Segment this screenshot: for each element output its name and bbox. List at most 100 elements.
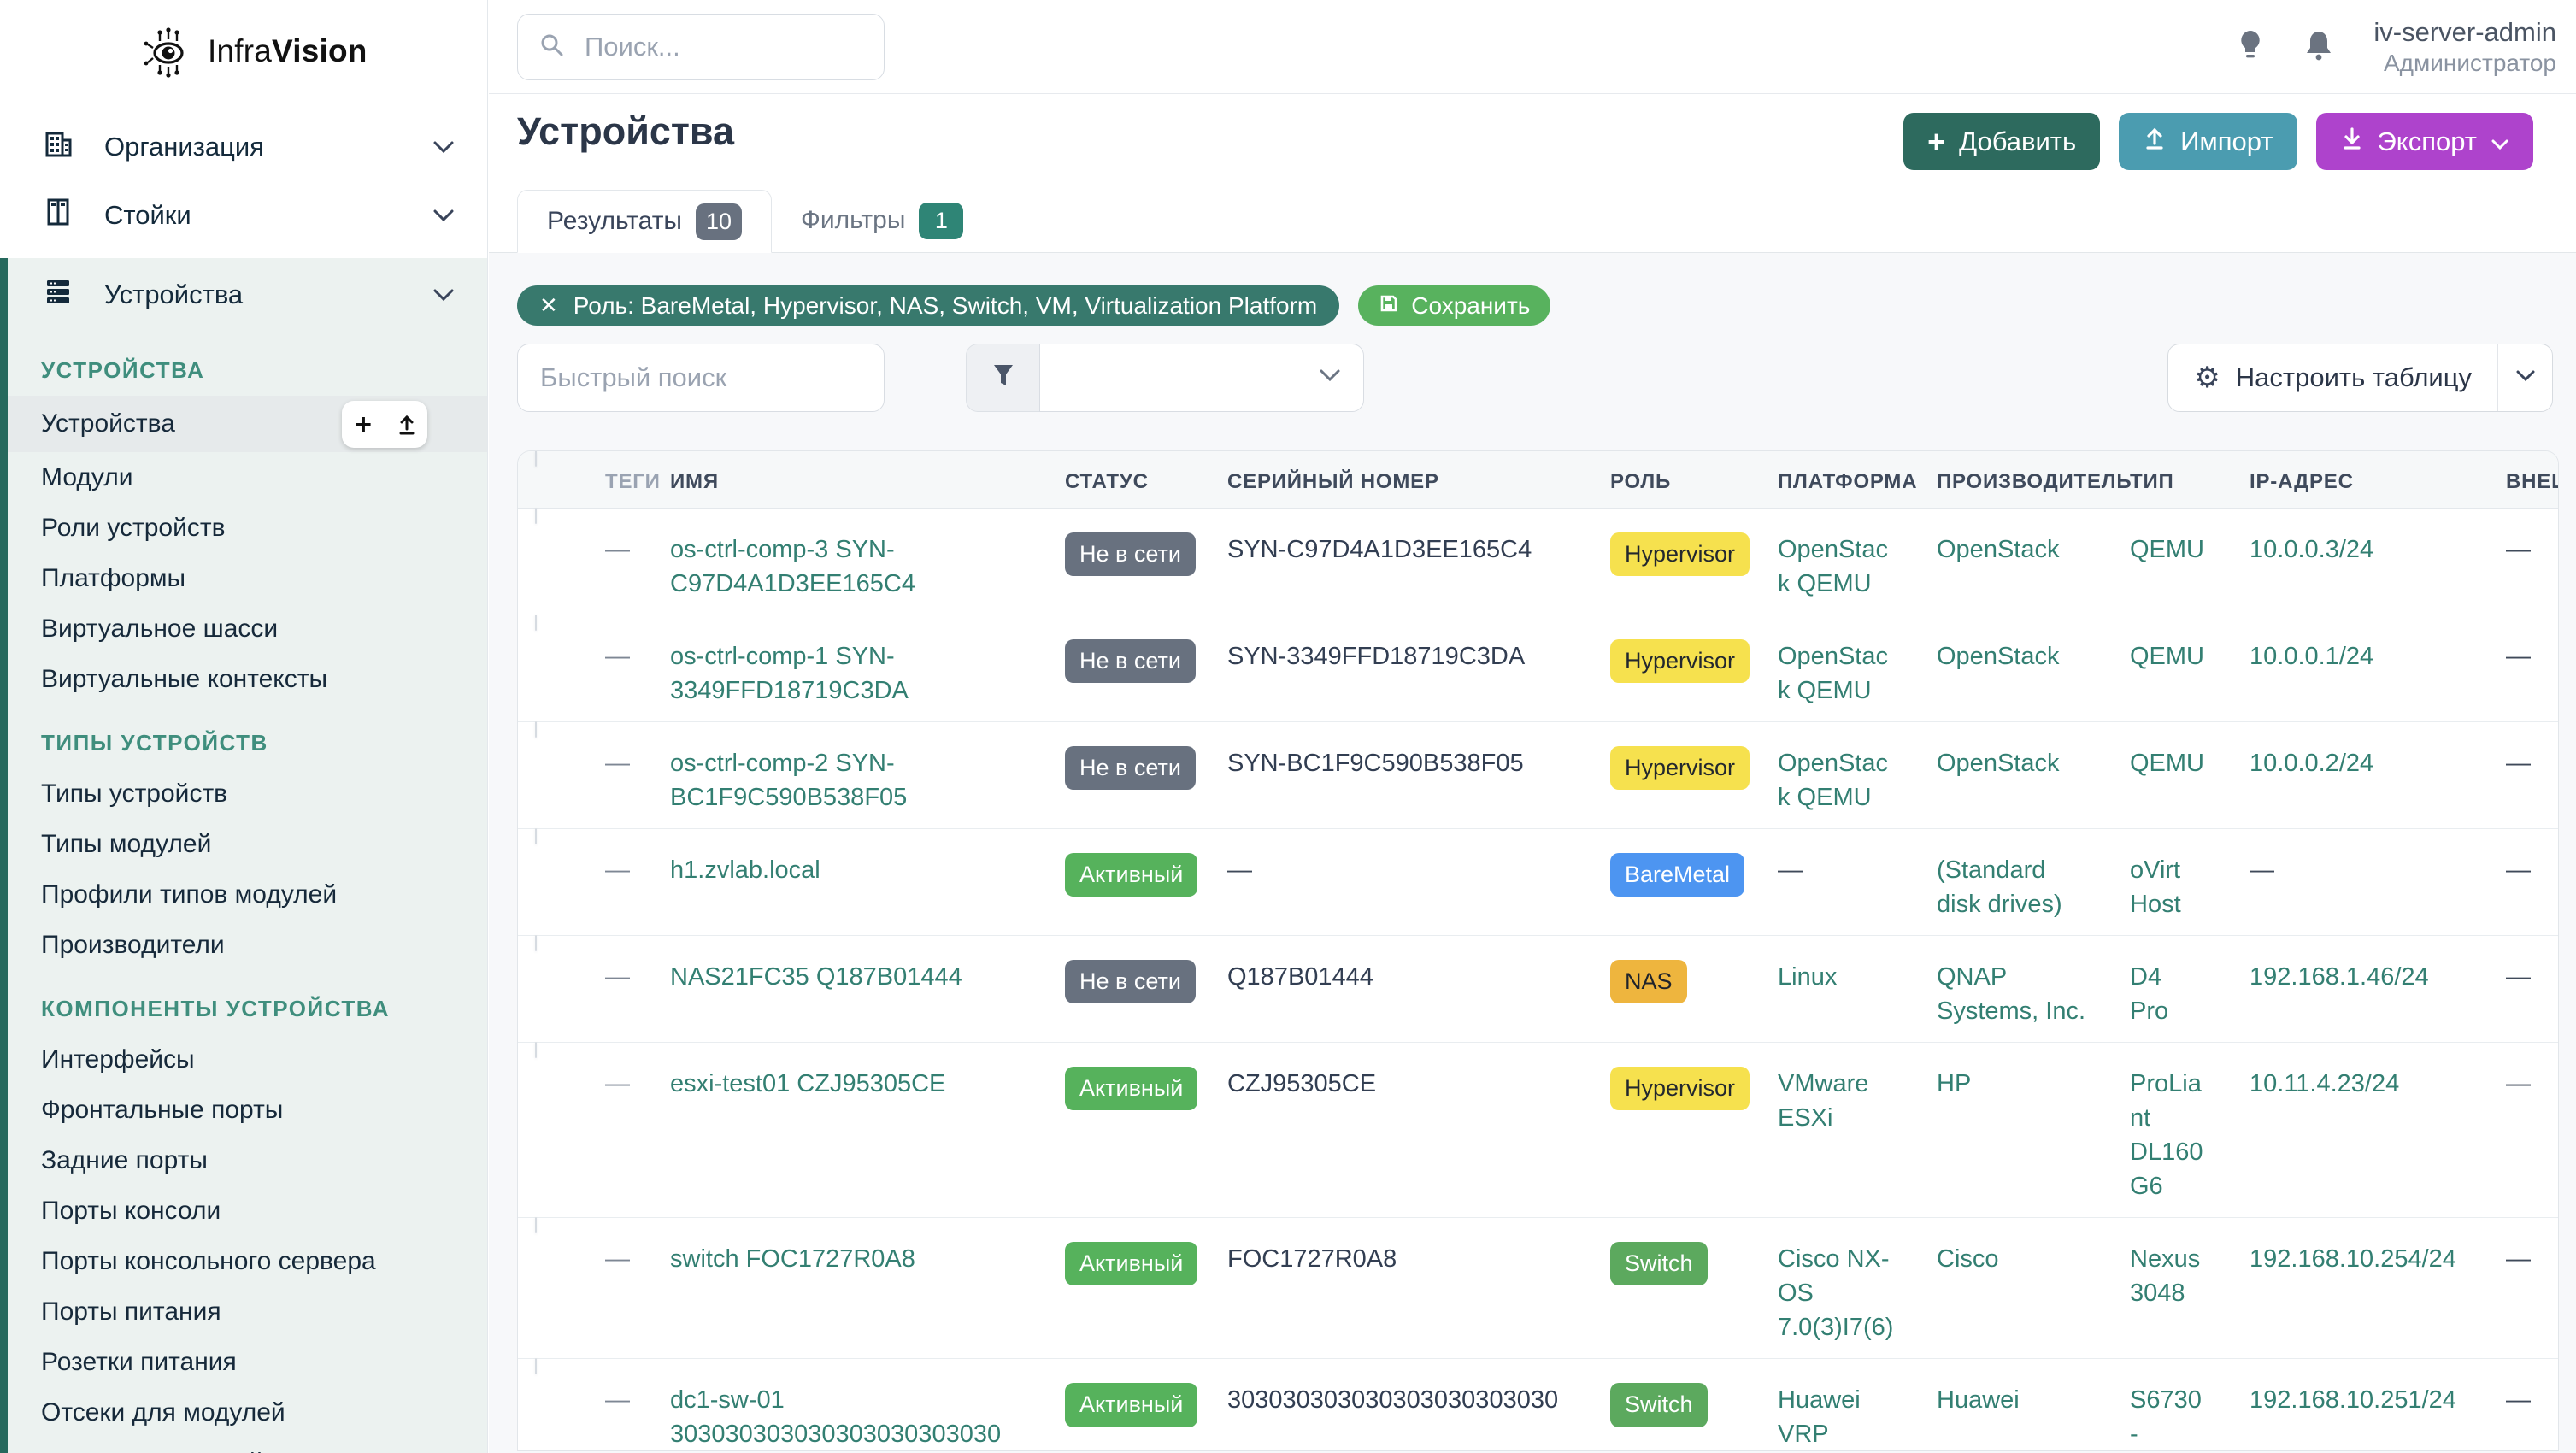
row-checkbox[interactable] bbox=[535, 1217, 537, 1233]
platform-link[interactable]: Cisco NX-OS 7.0(3)I7(6) bbox=[1778, 1245, 1893, 1341]
brand-logo[interactable]: InfraVision bbox=[0, 0, 487, 79]
select-all-checkbox[interactable] bbox=[535, 450, 537, 467]
row-checkbox[interactable] bbox=[535, 508, 537, 524]
row-checkbox[interactable] bbox=[535, 828, 537, 844]
quick-search-box[interactable] bbox=[517, 344, 885, 412]
device-link[interactable]: esxi-test01 CZJ95305CE bbox=[670, 1070, 945, 1097]
col-name[interactable]: ИМЯ bbox=[648, 451, 1043, 494]
ip-link[interactable]: 10.0.0.1/24 bbox=[2250, 643, 2373, 670]
device-link[interactable]: NAS21FC35 Q187B01444 bbox=[670, 963, 962, 991]
sidebar-item-power-outlets[interactable]: Розетки питания bbox=[8, 1337, 487, 1387]
bell-icon[interactable] bbox=[2303, 28, 2334, 67]
manufacturer-link[interactable]: (Standard disk drives) bbox=[1937, 856, 2062, 918]
type-link[interactable]: QEMU bbox=[2130, 750, 2204, 777]
row-checkbox[interactable] bbox=[535, 935, 537, 951]
ip-link[interactable]: 10.0.0.2/24 bbox=[2250, 750, 2373, 777]
sidebar-item-modules[interactable]: Модули bbox=[8, 452, 487, 503]
role-badge[interactable]: Hypervisor bbox=[1610, 1067, 1750, 1110]
col-external-ip[interactable]: ВНЕШНИЙ IP bbox=[2484, 451, 2559, 494]
sidebar-item-module-bays[interactable]: Отсеки для модулей bbox=[8, 1387, 487, 1438]
sidebar-item-virtual-contexts[interactable]: Виртуальные контексты bbox=[8, 654, 487, 704]
col-type[interactable]: ТИП bbox=[2108, 451, 2227, 494]
device-link[interactable]: h1.zvlab.local bbox=[670, 856, 820, 884]
sidebar-item-rear-ports[interactable]: Задние порты bbox=[8, 1135, 487, 1185]
col-role[interactable]: РОЛЬ bbox=[1588, 451, 1756, 494]
tab-filters[interactable]: Фильтры 1 bbox=[772, 189, 992, 252]
global-search[interactable] bbox=[517, 14, 885, 80]
platform-link[interactable]: OpenStack QEMU bbox=[1778, 536, 1888, 597]
col-ip[interactable]: IP-АДРЕС bbox=[2227, 451, 2484, 494]
device-link[interactable]: switch FOC1727R0A8 bbox=[670, 1245, 915, 1273]
sidebar-item-interfaces[interactable]: Интерфейсы bbox=[8, 1034, 487, 1085]
sidebar-item-console-ports[interactable]: Порты консоли bbox=[8, 1185, 487, 1236]
type-link[interactable]: QEMU bbox=[2130, 643, 2204, 670]
role-badge[interactable]: Hypervisor bbox=[1610, 532, 1750, 576]
search-input[interactable] bbox=[585, 32, 863, 62]
row-checkbox[interactable] bbox=[535, 1042, 537, 1058]
funnel-button[interactable] bbox=[966, 344, 1039, 412]
lightbulb-icon[interactable] bbox=[2237, 28, 2264, 67]
sidebar-item-devices-parent[interactable]: Устройства bbox=[8, 258, 487, 332]
row-checkbox[interactable] bbox=[535, 615, 537, 631]
col-platform[interactable]: ПЛАТФОРМА bbox=[1756, 451, 1914, 494]
ip-link[interactable]: 192.168.10.251/24 bbox=[2250, 1386, 2456, 1414]
device-link[interactable]: os-ctrl-comp-2 SYN-BC1F9C590B538F05 bbox=[670, 750, 907, 811]
role-badge[interactable]: NAS bbox=[1610, 960, 1687, 1003]
sidebar-item-power-ports[interactable]: Порты питания bbox=[8, 1286, 487, 1337]
close-icon[interactable]: ✕ bbox=[539, 292, 558, 319]
role-badge[interactable]: BareMetal bbox=[1610, 853, 1744, 897]
platform-link[interactable]: Huawei VRP 5.170 bbox=[1778, 1386, 1861, 1451]
col-serial[interactable]: СЕРИЙНЫЙ НОМЕР bbox=[1205, 451, 1588, 494]
add-button[interactable]: + Добавить bbox=[1903, 113, 2100, 170]
role-badge[interactable]: Switch bbox=[1610, 1383, 1708, 1427]
configure-table-button[interactable]: ⚙ Настроить таблицу bbox=[2167, 344, 2553, 412]
platform-link[interactable]: Linux bbox=[1778, 963, 1837, 991]
manufacturer-link[interactable]: OpenStack bbox=[1937, 750, 2059, 777]
quick-search-input[interactable] bbox=[540, 362, 862, 393]
type-link[interactable]: oVirt Host bbox=[2130, 856, 2181, 918]
sidebar-item-organization[interactable]: Организация bbox=[0, 113, 487, 181]
sidebar-item-console-server-ports[interactable]: Порты консольного сервера bbox=[8, 1236, 487, 1286]
tab-results[interactable]: Результаты 10 bbox=[517, 190, 772, 253]
type-link[interactable]: QEMU bbox=[2130, 536, 2204, 563]
sidebar-item-platforms[interactable]: Платформы bbox=[8, 553, 487, 603]
export-button[interactable]: Экспорт bbox=[2316, 113, 2533, 170]
role-badge[interactable]: Switch bbox=[1610, 1242, 1708, 1285]
import-device-button[interactable] bbox=[385, 401, 427, 448]
type-link[interactable]: ProLiant DL160 G6 bbox=[2130, 1070, 2203, 1200]
row-checkbox[interactable] bbox=[535, 1358, 537, 1374]
device-link[interactable]: os-ctrl-comp-3 SYN-C97D4A1D3EE165C4 bbox=[670, 536, 915, 597]
sidebar-item-racks[interactable]: Стойки bbox=[0, 181, 487, 250]
user-menu[interactable]: iv-server-admin Администратор bbox=[2373, 17, 2556, 77]
sidebar-item-device-types[interactable]: Типы устройств bbox=[8, 768, 487, 819]
platform-link[interactable]: OpenStack QEMU bbox=[1778, 643, 1888, 704]
ip-link[interactable]: 10.0.0.3/24 bbox=[2250, 536, 2373, 563]
role-badge[interactable]: Hypervisor bbox=[1610, 746, 1750, 790]
sidebar-item-manufacturers[interactable]: Производители bbox=[8, 920, 487, 970]
sidebar-item-front-ports[interactable]: Фронтальные порты bbox=[8, 1085, 487, 1135]
configure-table-dropdown[interactable] bbox=[2497, 344, 2552, 411]
col-manufacturer[interactable]: ПРОИЗВОДИТЕЛЬ bbox=[1914, 451, 2108, 494]
manufacturer-link[interactable]: HP bbox=[1937, 1070, 1971, 1097]
saved-filter-select[interactable] bbox=[1039, 344, 1364, 412]
device-link[interactable]: dc1-sw-01 303030303030303030303030 bbox=[670, 1386, 1001, 1448]
row-checkbox[interactable] bbox=[535, 721, 537, 738]
type-link[interactable]: D4 Pro bbox=[2130, 963, 2168, 1025]
role-badge[interactable]: Hypervisor bbox=[1610, 639, 1750, 683]
sidebar-item-virtual-chassis[interactable]: Виртуальное шасси bbox=[8, 603, 487, 654]
col-tags[interactable]: ТЕГИ bbox=[583, 451, 648, 494]
save-filter-button[interactable]: Сохранить bbox=[1358, 285, 1550, 326]
add-device-button[interactable]: + bbox=[342, 401, 385, 448]
manufacturer-link[interactable]: OpenStack bbox=[1937, 536, 2059, 563]
role-filter-chip[interactable]: ✕ Роль: BareMetal, Hypervisor, NAS, Swit… bbox=[517, 285, 1339, 326]
type-link[interactable]: S6730-H48X6C bbox=[2130, 1386, 2206, 1451]
import-button[interactable]: Импорт bbox=[2119, 113, 2297, 170]
manufacturer-link[interactable]: QNAP Systems, Inc. bbox=[1937, 963, 2085, 1025]
sidebar-item-module-type-profiles[interactable]: Профили типов модулей bbox=[8, 869, 487, 920]
manufacturer-link[interactable]: Huawei bbox=[1937, 1386, 2020, 1414]
sidebar-item-devices[interactable]: Устройства + bbox=[8, 396, 487, 452]
platform-link[interactable]: OpenStack QEMU bbox=[1778, 750, 1888, 811]
type-link[interactable]: Nexus 3048 bbox=[2130, 1245, 2200, 1307]
ip-link[interactable]: 192.168.10.254/24 bbox=[2250, 1245, 2456, 1273]
ip-link[interactable]: 10.11.4.23/24 bbox=[2250, 1070, 2399, 1097]
